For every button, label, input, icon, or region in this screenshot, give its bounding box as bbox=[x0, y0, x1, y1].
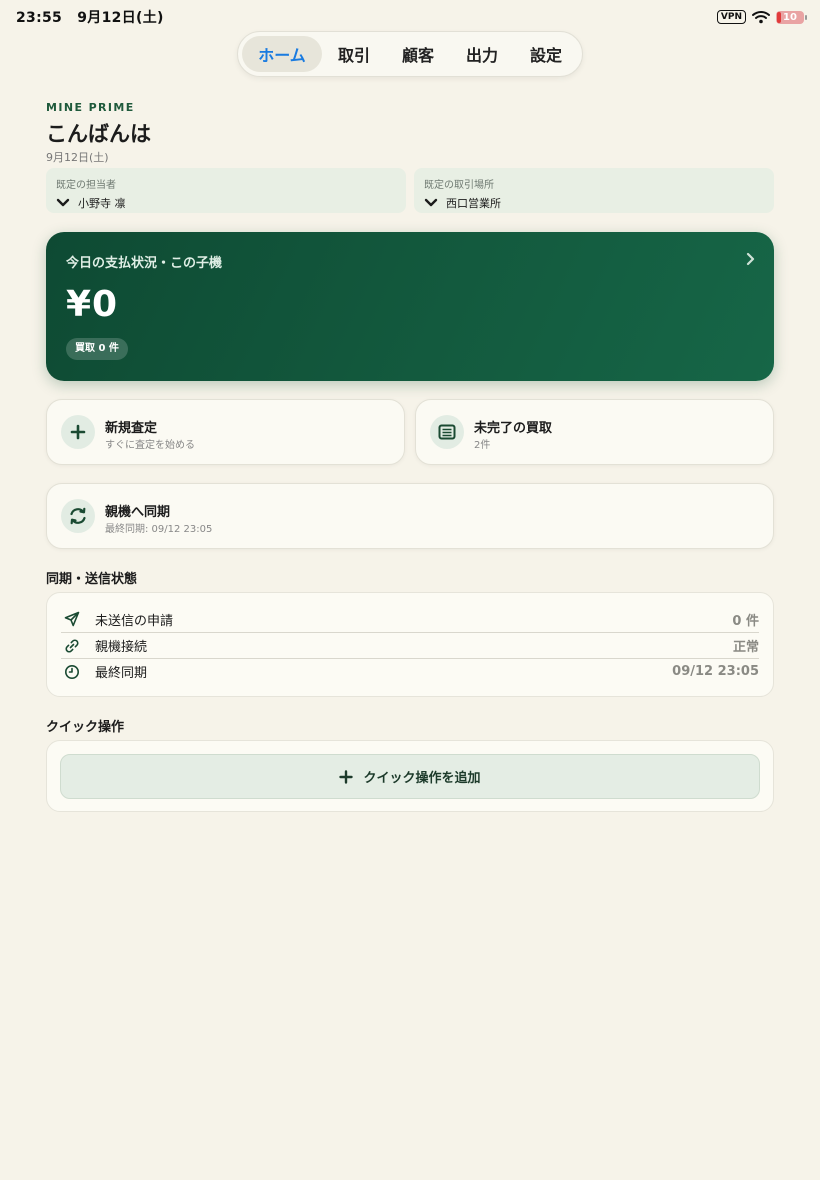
top-tab-bar: ホーム 取引 顧客 出力 設定 bbox=[237, 31, 583, 77]
plus-icon bbox=[61, 415, 95, 449]
card-title: 親機へ同期 bbox=[105, 505, 171, 520]
sync-icon bbox=[61, 499, 95, 533]
status-label: 未送信の申請 bbox=[95, 613, 174, 629]
card-subtitle: すぐに査定を始める bbox=[105, 440, 195, 451]
status-time: 23:55 bbox=[16, 10, 63, 26]
status-value: 09/12 23:05 bbox=[672, 664, 759, 679]
card-title: 新規査定 bbox=[105, 421, 158, 436]
status-time-date: 23:55 9月12日(土) bbox=[16, 7, 164, 27]
list-item: 最終同期 09/12 23:05 bbox=[61, 658, 759, 684]
selector-value: 西口営業所 bbox=[446, 197, 501, 210]
add-quick-action-label: クイック操作を追加 bbox=[363, 771, 481, 786]
status-indicators: VPN 10 bbox=[716, 10, 807, 24]
sync-status-heading: 同期・送信状態 bbox=[46, 572, 138, 587]
battery-level: 10 bbox=[783, 11, 797, 23]
selector-label: 既定の担当者 bbox=[56, 180, 116, 191]
tab-customers[interactable]: 顧客 bbox=[386, 36, 450, 72]
tab-transactions[interactable]: 取引 bbox=[322, 36, 386, 72]
payment-amount: ¥0 bbox=[66, 284, 119, 325]
tab-output[interactable]: 出力 bbox=[450, 36, 514, 72]
header-date: 9月12日(土) bbox=[46, 151, 109, 164]
vpn-badge: VPN bbox=[716, 10, 746, 24]
status-label: 親機接続 bbox=[95, 640, 148, 655]
payment-status-card[interactable]: 今日の支払状況・この子機 ¥0 買取 0 件 bbox=[46, 232, 774, 381]
payment-status-title: 今日の支払状況・この子機 bbox=[66, 256, 223, 271]
default-staff-selector[interactable]: 既定の担当者 小野寺 凛 bbox=[46, 168, 406, 213]
add-quick-action-button[interactable]: クイック操作を追加 bbox=[60, 754, 760, 799]
chevron-down-icon bbox=[56, 198, 70, 207]
default-place-selector[interactable]: 既定の取引場所 西口営業所 bbox=[414, 168, 774, 213]
status-date: 9月12日(土) bbox=[77, 10, 164, 26]
card-subtitle: 2件 bbox=[474, 440, 491, 451]
status-value: 0 件 bbox=[732, 613, 759, 629]
status-bar: 23:55 9月12日(土) VPN 10 bbox=[16, 6, 807, 28]
tab-settings[interactable]: 設定 bbox=[514, 36, 578, 72]
chevron-down-icon bbox=[424, 198, 438, 207]
battery-icon: 10 bbox=[776, 10, 807, 24]
purchase-count-badge: 買取 0 件 bbox=[66, 338, 128, 360]
list-document-icon bbox=[430, 415, 464, 449]
plus-icon bbox=[339, 769, 354, 784]
quick-actions-panel: クイック操作を追加 bbox=[46, 740, 774, 812]
list-item: 親機接続 正常 bbox=[61, 632, 759, 658]
selector-label: 既定の取引場所 bbox=[424, 180, 494, 191]
wifi-icon bbox=[752, 11, 770, 24]
pending-purchases-button[interactable]: 未完了の買取 2件 bbox=[415, 399, 774, 465]
status-label: 最終同期 bbox=[95, 666, 148, 681]
list-item: 未送信の申請 0 件 bbox=[61, 606, 759, 632]
brand-name: MINE PRIME bbox=[46, 101, 135, 114]
sync-status-list: 未送信の申請 0 件 親機接続 正常 最終同期 09/12 23:05 bbox=[46, 592, 774, 697]
tab-home[interactable]: ホーム bbox=[242, 36, 322, 72]
send-icon bbox=[63, 610, 81, 628]
greeting-title: こんばんは bbox=[46, 122, 151, 146]
chevron-right-icon bbox=[746, 252, 755, 266]
link-icon bbox=[63, 637, 81, 655]
selector-value: 小野寺 凛 bbox=[78, 197, 126, 210]
sync-to-parent-button[interactable]: 親機へ同期 最終同期: 09/12 23:05 bbox=[46, 483, 774, 549]
card-subtitle: 最終同期: 09/12 23:05 bbox=[105, 524, 213, 535]
card-title: 未完了の買取 bbox=[474, 421, 553, 436]
clock-icon bbox=[63, 663, 81, 681]
new-appraisal-button[interactable]: 新規査定 すぐに査定を始める bbox=[46, 399, 405, 465]
quick-actions-heading: クイック操作 bbox=[46, 720, 125, 735]
status-value: 正常 bbox=[732, 640, 759, 655]
